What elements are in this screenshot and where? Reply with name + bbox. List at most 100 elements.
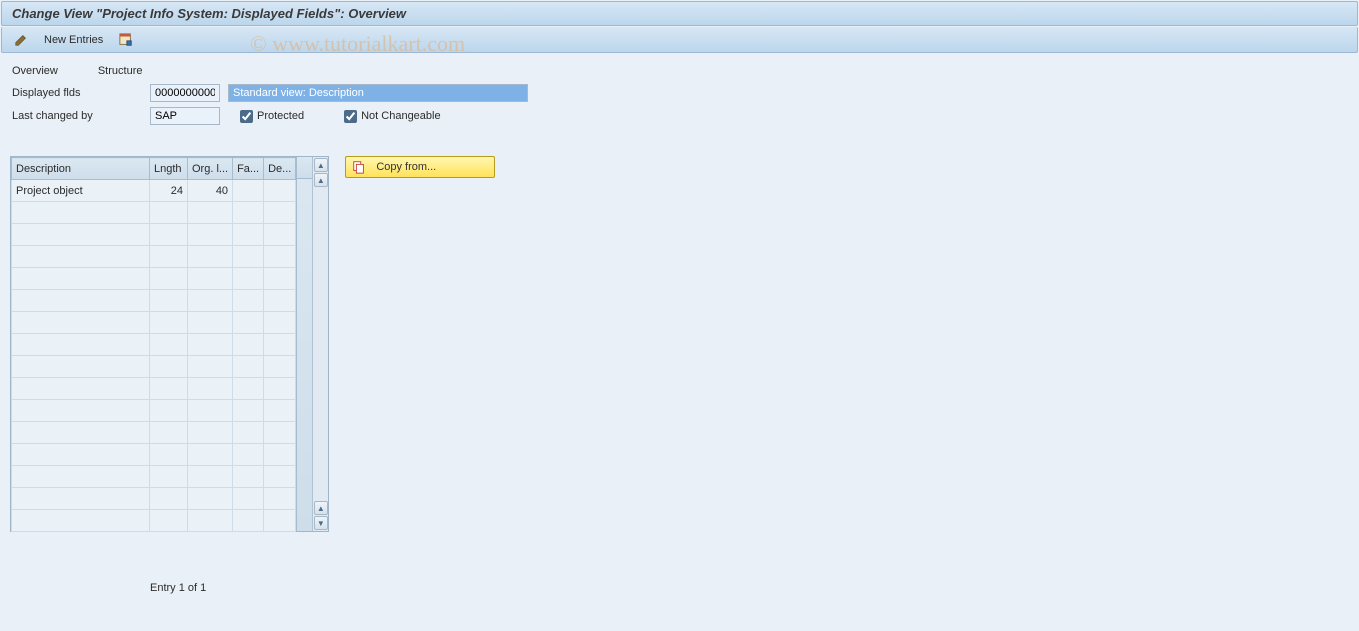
table-cell[interactable]: 40: [188, 180, 233, 202]
table-cell[interactable]: [188, 334, 233, 356]
table-cell[interactable]: [233, 444, 264, 466]
new-entries-button[interactable]: New Entries: [40, 33, 107, 47]
table-cell[interactable]: [233, 356, 264, 378]
table-cell[interactable]: [188, 466, 233, 488]
table-cell[interactable]: [233, 488, 264, 510]
table-cell[interactable]: [12, 334, 150, 356]
table-cell[interactable]: [188, 400, 233, 422]
table-row[interactable]: [12, 268, 296, 290]
table-row[interactable]: [12, 224, 296, 246]
table-cell[interactable]: [12, 422, 150, 444]
checkbox-not-changeable-input[interactable]: [344, 110, 357, 123]
table-cell[interactable]: [188, 378, 233, 400]
table-cell[interactable]: [233, 422, 264, 444]
table-cell[interactable]: [12, 224, 150, 246]
table-cell[interactable]: [264, 268, 296, 290]
table-cell[interactable]: [12, 400, 150, 422]
table-row[interactable]: [12, 444, 296, 466]
table-cell[interactable]: [150, 202, 188, 224]
checkbox-protected[interactable]: Protected: [240, 110, 304, 123]
tab-structure[interactable]: Structure: [98, 65, 143, 77]
table-row[interactable]: [12, 356, 296, 378]
copy-from-button[interactable]: Copy from...: [345, 156, 495, 178]
table-cell[interactable]: [233, 180, 264, 202]
table-cell[interactable]: [264, 510, 296, 532]
select-all-handle[interactable]: [297, 157, 312, 179]
th-factor[interactable]: Fa...: [233, 158, 264, 180]
table-cell[interactable]: [12, 466, 150, 488]
table-cell[interactable]: [264, 202, 296, 224]
table-cell[interactable]: [233, 312, 264, 334]
table-cell[interactable]: [12, 202, 150, 224]
table-cell[interactable]: [188, 422, 233, 444]
table-cell[interactable]: [264, 488, 296, 510]
table-cell[interactable]: [233, 334, 264, 356]
table-row[interactable]: [12, 466, 296, 488]
checkbox-protected-input[interactable]: [240, 110, 253, 123]
table-cell[interactable]: [188, 246, 233, 268]
input-displayed-flds-desc[interactable]: [228, 84, 528, 102]
table-cell[interactable]: [150, 466, 188, 488]
table-cell[interactable]: [264, 246, 296, 268]
th-description[interactable]: Description: [12, 158, 150, 180]
table-row[interactable]: [12, 334, 296, 356]
table-cell[interactable]: [12, 444, 150, 466]
scroll-down-arrow2-icon[interactable]: ▼: [314, 516, 328, 530]
th-length[interactable]: Lngth: [150, 158, 188, 180]
table-cell[interactable]: [233, 290, 264, 312]
toggle-change-mode-button[interactable]: [10, 32, 32, 48]
table-row[interactable]: [12, 422, 296, 444]
scroll-down-arrow-icon[interactable]: ▲: [314, 501, 328, 515]
table-row[interactable]: [12, 312, 296, 334]
table-cell[interactable]: [150, 312, 188, 334]
table-cell[interactable]: [233, 510, 264, 532]
table-cell[interactable]: [12, 312, 150, 334]
table-row[interactable]: [12, 510, 296, 532]
table-cell[interactable]: [188, 312, 233, 334]
table-cell[interactable]: [233, 268, 264, 290]
table-cell[interactable]: Project object: [12, 180, 150, 202]
table-cell[interactable]: [264, 224, 296, 246]
checkbox-not-changeable[interactable]: Not Changeable: [344, 110, 441, 123]
table-cell[interactable]: [233, 466, 264, 488]
table-cell[interactable]: [233, 400, 264, 422]
table-cell[interactable]: [150, 444, 188, 466]
table-cell[interactable]: [233, 378, 264, 400]
table-cell[interactable]: [150, 378, 188, 400]
table-cell[interactable]: [150, 356, 188, 378]
table-row[interactable]: Project object2440: [12, 180, 296, 202]
table-cell[interactable]: [150, 290, 188, 312]
table-cell[interactable]: [12, 356, 150, 378]
table-row[interactable]: [12, 488, 296, 510]
table-cell[interactable]: [150, 268, 188, 290]
table-row[interactable]: [12, 378, 296, 400]
table-cell[interactable]: [264, 400, 296, 422]
table-cell[interactable]: [150, 488, 188, 510]
table-cell[interactable]: [264, 312, 296, 334]
tab-overview[interactable]: Overview: [12, 65, 58, 77]
table-cell[interactable]: [188, 510, 233, 532]
table-cell[interactable]: [233, 202, 264, 224]
table-cell[interactable]: [264, 444, 296, 466]
table-cell[interactable]: [150, 400, 188, 422]
table-cell[interactable]: [233, 224, 264, 246]
table-row[interactable]: [12, 202, 296, 224]
table-row[interactable]: [12, 246, 296, 268]
table-cell[interactable]: [264, 422, 296, 444]
table-cell[interactable]: [150, 334, 188, 356]
table-cell[interactable]: [188, 268, 233, 290]
th-org-length[interactable]: Org. l...: [188, 158, 233, 180]
table-cell[interactable]: [150, 510, 188, 532]
table-cell[interactable]: [233, 246, 264, 268]
table-cell[interactable]: [12, 488, 150, 510]
table-cell[interactable]: [150, 422, 188, 444]
table-cell[interactable]: [264, 290, 296, 312]
table-cell[interactable]: [264, 334, 296, 356]
table-cell[interactable]: [12, 378, 150, 400]
table-cell[interactable]: [12, 510, 150, 532]
th-decimals[interactable]: De...: [264, 158, 296, 180]
table-cell[interactable]: [12, 290, 150, 312]
table-cell[interactable]: [188, 224, 233, 246]
table-cell[interactable]: [188, 202, 233, 224]
table-cell[interactable]: 24: [150, 180, 188, 202]
